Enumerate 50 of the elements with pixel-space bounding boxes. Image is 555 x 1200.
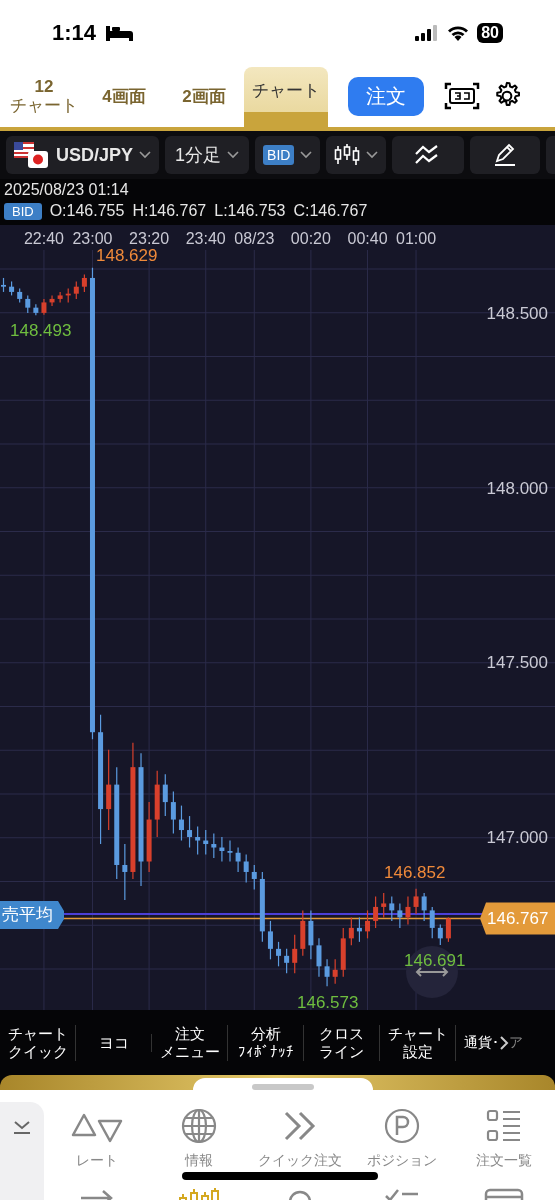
- screen-tab[interactable]: チャート: [244, 67, 328, 127]
- currency-pair-dropdown[interactable]: USD/JPY: [6, 136, 160, 174]
- ohlc-value: C:146.767: [293, 202, 368, 220]
- low-price-label: 146.691: [404, 951, 466, 970]
- timeframe-dropdown[interactable]: 1分足: [165, 136, 250, 174]
- ohlc-value: H:146.767: [132, 202, 207, 220]
- current-price-tag: 146.767: [480, 902, 555, 935]
- chart-menu-item[interactable]: クロス ライン: [304, 1024, 380, 1061]
- chart-menu-item[interactable]: チャート クイック: [0, 1024, 76, 1061]
- chart-menu-item[interactable]: 分析 ﾌｨﾎﾞﾅｯﾁ: [228, 1024, 304, 1061]
- order-button[interactable]: 注文: [348, 76, 424, 116]
- price-axis-label: 148.500: [486, 303, 548, 323]
- chart-menu-item[interactable]: チャート 設定: [380, 1024, 456, 1061]
- chart-menu-item[interactable]: ヨコ: [76, 1033, 152, 1052]
- low-price-label: 146.573: [297, 993, 359, 1010]
- high-price-label: 146.852: [384, 863, 446, 882]
- average-price-tag: 売平均: [0, 900, 64, 929]
- price-axis-label: 147.500: [486, 653, 548, 673]
- price-axis-label: 147.000: [486, 828, 548, 848]
- nav-tab[interactable]: レート: [46, 1108, 148, 1170]
- ref-line-label: 売平均: [2, 904, 53, 924]
- screen-tab[interactable]: 12 チャート: [4, 67, 84, 127]
- price-type-dropdown[interactable]: BID: [255, 136, 321, 174]
- screen-tab[interactable]: 2画面: [164, 67, 244, 127]
- nav-tab[interactable]: ポジション: [351, 1108, 454, 1170]
- chart-datetime: 2025/08/23 01:14: [4, 181, 130, 199]
- chart-menu-item[interactable]: 注文 メニュー: [152, 1024, 228, 1061]
- clock-time: 1:14: [52, 19, 97, 46]
- ref-line-label: 146.767: [487, 909, 549, 929]
- time-axis-label: 23:40: [185, 230, 226, 247]
- price-type-badge: BID: [4, 202, 42, 220]
- ohlc-value: L:146.753: [214, 202, 286, 220]
- nav-tab[interactable]: 情報: [147, 1108, 250, 1170]
- time-axis-label: 00:20: [290, 230, 331, 247]
- chart-menu-item-fragment: ア: [509, 1033, 523, 1052]
- time-axis-label: 01:00: [396, 230, 437, 247]
- battery-level: 80: [477, 22, 503, 43]
- high-price-label: 148.629: [96, 246, 158, 265]
- ohlc-value: O:146.755: [49, 202, 125, 220]
- price-axis-label: 148.000: [486, 478, 548, 498]
- chart-menu-item[interactable]: 通貨･: [464, 1033, 499, 1052]
- nav-tab[interactable]: クイック注文: [249, 1108, 352, 1170]
- time-axis-label: 23:20: [129, 230, 170, 247]
- time-axis-label: 23:00: [72, 230, 113, 247]
- low-price-label: 148.493: [10, 321, 72, 340]
- time-axis-label: 08/23: [234, 230, 275, 247]
- time-axis-label: 00:40: [347, 230, 388, 247]
- time-axis-label: 22:40: [23, 230, 64, 247]
- screen-tab[interactable]: 4画面: [84, 67, 164, 127]
- nav-tab[interactable]: 注文一覧: [453, 1108, 555, 1170]
